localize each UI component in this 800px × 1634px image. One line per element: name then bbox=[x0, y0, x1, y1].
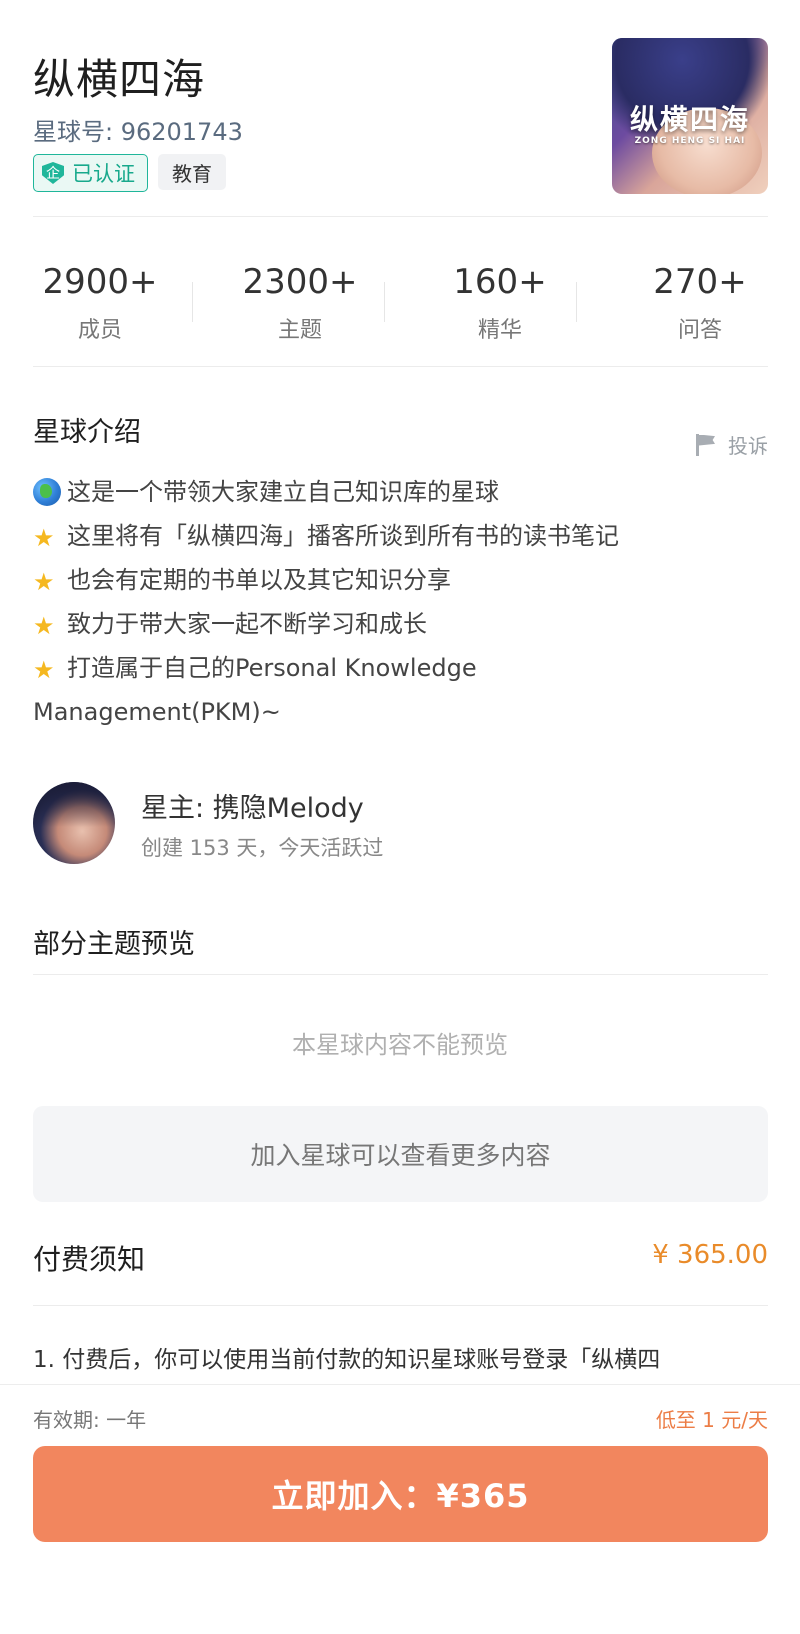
intro-line-text: 打造属于自己的Personal Knowledge bbox=[67, 654, 477, 682]
avatar-hair-shape bbox=[33, 782, 115, 828]
star-emoji-icon: ★ bbox=[33, 524, 55, 552]
fee-notice-title: 付费须知 bbox=[33, 1243, 146, 1276]
owner-name[interactable]: 星主: 携隐Melody bbox=[141, 786, 364, 825]
planet-detail-page: 纵横四海 星球号: 96201743 企 已认证 教育 纵横四海 ZONG HE… bbox=[0, 0, 800, 1634]
preview-divider bbox=[33, 974, 768, 975]
stat-members[interactable]: 2900+ 成员 bbox=[0, 262, 200, 352]
validity-text: 有效期: 一年 bbox=[33, 1408, 147, 1432]
owner-avatar[interactable] bbox=[33, 782, 115, 864]
stats-row: 2900+ 成员 2300+ 主题 160+ 精华 270+ 问答 bbox=[0, 262, 800, 352]
fee-price: ¥ 365.00 bbox=[652, 1240, 768, 1270]
star-emoji-icon: ★ bbox=[33, 568, 55, 596]
star-emoji-icon: ★ bbox=[33, 612, 55, 640]
verified-shield-icon: 企 bbox=[42, 162, 64, 184]
intro-title: 星球介绍 bbox=[33, 417, 141, 448]
stat-value: 2300+ bbox=[242, 262, 358, 302]
stat-label: 精华 bbox=[477, 318, 522, 343]
verified-label: 已认证 bbox=[72, 162, 135, 186]
cover-subtitle-text: ZONG HENG SI HAI bbox=[634, 136, 746, 146]
verified-badge: 企 已认证 bbox=[33, 154, 148, 192]
stat-value: 2900+ bbox=[42, 262, 158, 302]
intro-line: 这是一个带领大家建立自己知识库的星球 bbox=[33, 470, 768, 514]
intro-line: ★ 也会有定期的书单以及其它知识分享 bbox=[33, 558, 768, 602]
intro-line-text: 这是一个带领大家建立自己知识库的星球 bbox=[67, 478, 499, 506]
report-label: 投诉 bbox=[728, 434, 768, 458]
header-divider bbox=[33, 216, 768, 217]
star-emoji-icon: ★ bbox=[33, 656, 55, 684]
intro-line: ★ 致力于带大家一起不断学习和成长 bbox=[33, 602, 768, 646]
per-day-price: 低至 1 元/天 bbox=[655, 1408, 768, 1432]
join-now-button[interactable]: 立即加入：¥365 bbox=[33, 1446, 768, 1542]
stat-separator bbox=[192, 282, 193, 322]
stat-essence[interactable]: 160+ 精华 bbox=[400, 262, 600, 352]
stat-label: 问答 bbox=[677, 318, 722, 343]
stat-label: 主题 bbox=[277, 318, 322, 343]
stat-separator bbox=[384, 282, 385, 322]
intro-line-text: 致力于带大家一起不断学习和成长 bbox=[67, 610, 427, 638]
stat-value: 270+ bbox=[653, 262, 747, 302]
planet-title: 纵横四海 bbox=[33, 55, 206, 104]
fee-divider bbox=[33, 1305, 768, 1306]
intro-line-text: 也会有定期的书单以及其它知识分享 bbox=[67, 566, 451, 594]
preview-title: 部分主题预览 bbox=[33, 929, 195, 960]
stat-separator bbox=[576, 282, 577, 322]
category-tag[interactable]: 教育 bbox=[158, 154, 226, 190]
report-button[interactable]: 投诉 bbox=[696, 430, 768, 459]
fee-note-text: 1. 付费后，你可以使用当前付款的知识星球账号登录「纵横四 bbox=[33, 1347, 661, 1373]
owner-meta: 创建 153 天，今天活跃过 bbox=[141, 836, 384, 860]
globe-emoji-icon bbox=[33, 470, 65, 514]
planet-cover-image[interactable]: 纵横四海 ZONG HENG SI HAI bbox=[612, 38, 768, 194]
intro-line-continuation: Management(PKM)~ bbox=[33, 698, 281, 726]
intro-text: 这是一个带领大家建立自己知识库的星球 ★ 这里将有「纵横四海」播客所谈到所有书的… bbox=[33, 470, 768, 734]
stat-topics[interactable]: 2300+ 主题 bbox=[200, 262, 400, 352]
intro-line: ★ 这里将有「纵横四海」播客所谈到所有书的读书笔记 bbox=[33, 514, 768, 558]
join-to-view-more-button[interactable]: 加入星球可以查看更多内容 bbox=[33, 1106, 768, 1202]
flag-icon bbox=[696, 433, 716, 456]
intro-line-text: 这里将有「纵横四海」播客所谈到所有书的读书笔记 bbox=[67, 522, 619, 550]
planet-id: 星球号: 96201743 bbox=[33, 118, 243, 146]
stat-value: 160+ bbox=[453, 262, 547, 302]
intro-line: ★ 打造属于自己的Personal Knowledge bbox=[33, 646, 768, 690]
stat-label: 成员 bbox=[77, 318, 122, 343]
stats-divider bbox=[33, 366, 768, 367]
no-preview-text: 本星球内容不能预览 bbox=[292, 1031, 508, 1059]
stat-qa[interactable]: 270+ 问答 bbox=[600, 262, 800, 352]
cover-title-text: 纵横四海 bbox=[629, 103, 750, 136]
